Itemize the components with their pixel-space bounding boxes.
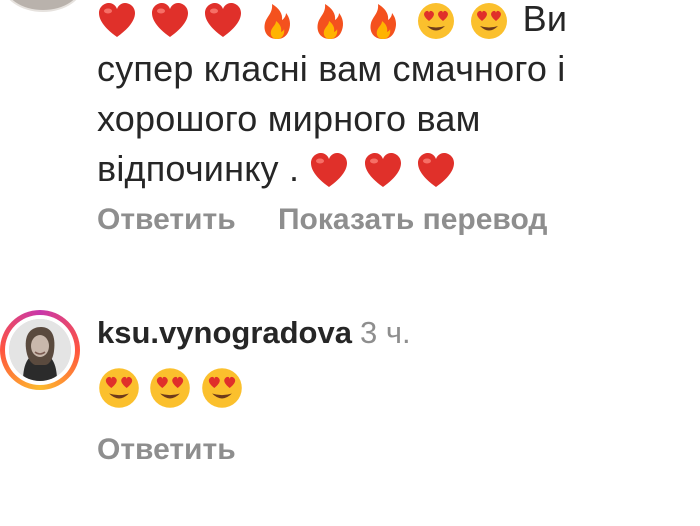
avatar[interactable] (2, 0, 84, 12)
comment-text: Ви супер класні вам смачного і хорошого … (97, 0, 687, 194)
red-heart-icon (311, 153, 348, 188)
comment-actions: Ответить Показать перевод (97, 203, 581, 237)
heart-eyes-icon (99, 368, 139, 408)
heart-eyes-icon (418, 3, 455, 40)
red-heart-icon (99, 3, 135, 38)
reply-button[interactable]: Ответить (97, 203, 236, 236)
red-heart-icon (152, 3, 189, 38)
show-translation-button[interactable]: Показать перевод (278, 203, 547, 236)
red-heart-icon (205, 3, 242, 38)
avatar[interactable] (9, 319, 71, 381)
comment-text-line: Ви (522, 0, 568, 39)
story-ring[interactable] (0, 310, 80, 390)
heart-eyes-icon (471, 3, 508, 40)
username-link[interactable]: ksu.vynogradova (97, 315, 352, 350)
comment-header: ksu.vynogradova 3 ч. (97, 311, 411, 355)
avatar-border (5, 315, 75, 385)
red-heart-icon (417, 153, 454, 188)
timestamp: 3 ч. (359, 315, 411, 350)
emoji-row (97, 0, 523, 40)
heart-eyes-icon (202, 368, 242, 408)
fire-icon (264, 4, 290, 40)
emoji-row (299, 148, 459, 189)
comment-text-line: супер класні вам смачного і (97, 48, 566, 89)
comment-text (97, 366, 247, 410)
red-heart-icon (364, 153, 401, 188)
comment-text-line: відпочинку . (97, 148, 300, 189)
comment-text-line: хорошого мирного вам (97, 98, 481, 139)
comment-actions: Ответить (97, 433, 270, 467)
avatar-photo-icon (9, 319, 71, 381)
fire-icon (317, 4, 343, 40)
comment-body: Ви супер класні вам смачного і хорошого … (97, 0, 687, 194)
heart-eyes-icon (150, 368, 191, 408)
reply-button[interactable]: Ответить (97, 433, 236, 466)
fire-icon (370, 4, 397, 40)
